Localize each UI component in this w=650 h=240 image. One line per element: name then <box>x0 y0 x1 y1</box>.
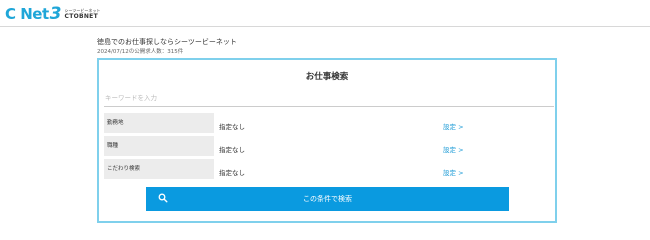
search-row-job-type: 職種 指定なし 設定 > <box>104 136 554 156</box>
logo-mark: C Net <box>5 4 49 23</box>
site-header: C Net 3 シーツービーネット CTOBNET <box>0 0 650 27</box>
search-submit-label: この条件で検索 <box>303 196 352 203</box>
preferences-setting-link[interactable]: 設定 > <box>443 167 464 177</box>
search-submit-button[interactable]: この条件で検索 <box>146 187 509 211</box>
row-label: こだわり検索 <box>104 159 214 179</box>
search-row-location: 勤務地 指定なし 設定 > <box>104 113 554 133</box>
row-label: 職種 <box>104 136 214 156</box>
job-type-setting-link[interactable]: 設定 > <box>443 144 464 154</box>
logo-en: CTOBNET <box>64 12 98 20</box>
search-panel-title: お仕事検索 <box>305 72 349 82</box>
row-value: 指定なし <box>219 123 245 131</box>
job-count-text: 2024/07/12の公開求人数：315件 <box>97 49 184 55</box>
row-label: 勤務地 <box>104 113 214 133</box>
search-row-preferences: こだわり検索 指定なし 設定 > <box>104 159 554 179</box>
logo-text: シーツービーネット CTOBNET <box>64 7 101 20</box>
logo-kana: シーツービーネット <box>64 7 101 13</box>
page-title: 徳島でのお仕事探しならシーツービーネット <box>97 38 237 46</box>
logo-number: 3 <box>49 3 62 24</box>
row-value: 指定なし <box>219 146 245 154</box>
row-value: 指定なし <box>219 169 245 177</box>
job-search-panel: お仕事検索 勤務地 指定なし 設定 > 職種 指定なし 設定 > こだわり検索 … <box>97 58 557 223</box>
keyword-input[interactable] <box>104 89 554 107</box>
location-setting-link[interactable]: 設定 > <box>443 121 464 131</box>
site-logo[interactable]: C Net 3 シーツービーネット CTOBNET <box>5 3 100 25</box>
